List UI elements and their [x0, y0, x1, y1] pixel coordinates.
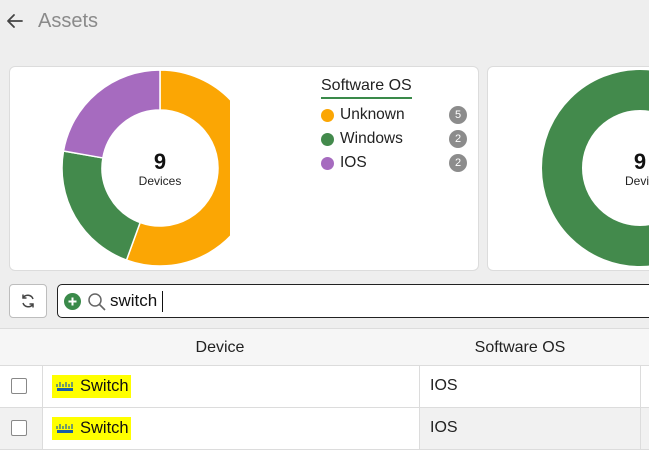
legend-item-unknown[interactable]: Unknown 5 — [321, 103, 467, 127]
donut-center-count: 9 — [633, 149, 647, 174]
legend-title: Software OS — [321, 77, 412, 99]
device-name: Switch — [80, 377, 129, 395]
refresh-button[interactable] — [9, 284, 47, 318]
table-row[interactable]: Switch IOS — [0, 408, 649, 450]
column-divider — [640, 366, 641, 407]
legend-label: Windows — [340, 130, 403, 147]
legend-count-badge: 5 — [449, 106, 467, 124]
refresh-icon — [22, 294, 34, 308]
donut-center-count: 9 — [153, 149, 167, 174]
add-filter-icon[interactable] — [64, 293, 81, 310]
legend-label: Unknown — [340, 106, 405, 123]
software-os-cell: IOS — [430, 419, 458, 436]
column-divider — [640, 408, 641, 449]
legend-dot — [321, 108, 334, 122]
donut-center-label: Devic — [624, 174, 649, 188]
legend-count-badge: 2 — [449, 154, 467, 172]
legend-label: IOS — [340, 154, 367, 171]
donut-center-label: Devices — [138, 174, 182, 188]
table-header: Device Software OS — [0, 328, 649, 366]
donut-slice-ios[interactable] — [62, 69, 161, 159]
search-input[interactable] — [110, 289, 610, 313]
legend-count-badge: 2 — [449, 130, 467, 148]
column-header-software-os[interactable]: Software OS — [420, 339, 620, 357]
legend-dot — [321, 156, 334, 170]
assets-table: Device Software OS Switch IOS Switch IOS — [0, 328, 649, 450]
page-title: Assets — [38, 10, 99, 32]
row-checkbox[interactable] — [11, 420, 27, 436]
legend-item-windows[interactable]: Windows 2 — [321, 127, 467, 151]
chart-legend: Software OS Unknown 5 Windows 2 IOS 2 — [321, 77, 467, 175]
software-os-card: 9 Devices Software OS Unknown 5 Windows … — [9, 66, 479, 271]
text-caret — [162, 291, 163, 312]
device-name: Switch — [80, 419, 129, 437]
cisco-logo-icon — [54, 423, 76, 435]
row-checkbox[interactable] — [11, 378, 27, 394]
device-link[interactable]: Switch — [52, 375, 131, 398]
search-icon — [88, 293, 106, 311]
page-header: Assets — [0, 0, 649, 44]
column-header-device[interactable]: Device — [0, 339, 440, 357]
software-os-cell: IOS — [430, 377, 458, 394]
device-cell: Switch — [42, 366, 420, 407]
second-chart-card: 9 Devic — [487, 66, 649, 271]
device-link[interactable]: Switch — [52, 417, 131, 440]
legend-item-ios[interactable]: IOS 2 — [321, 151, 467, 175]
legend-dot — [321, 132, 334, 146]
back-arrow-icon[interactable] — [4, 10, 26, 32]
table-row[interactable]: Switch IOS — [0, 366, 649, 408]
device-cell: Switch — [42, 408, 420, 449]
search-bar[interactable] — [57, 284, 649, 318]
cisco-logo-icon — [54, 381, 76, 393]
